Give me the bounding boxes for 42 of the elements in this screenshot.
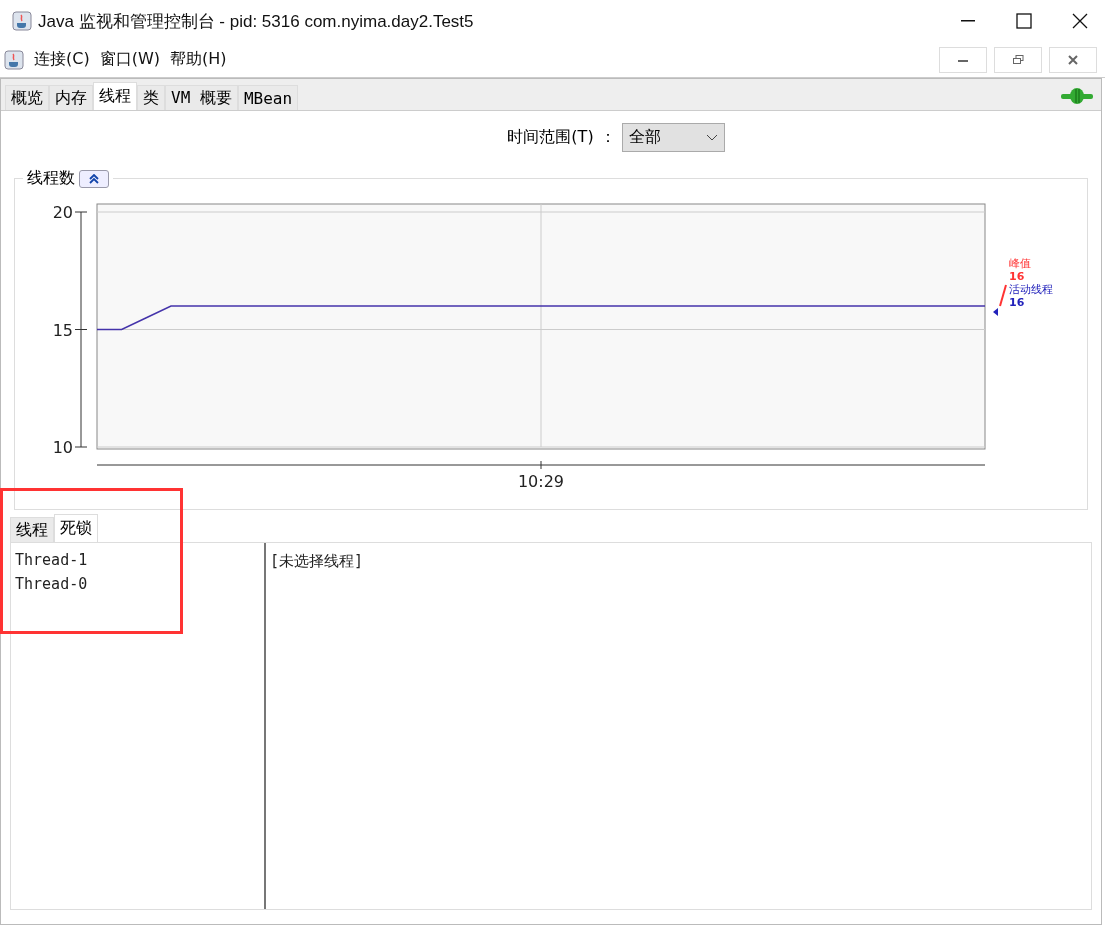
- menu-item[interactable]: 窗口(W): [99, 49, 160, 70]
- tab[interactable]: VM 概要: [165, 85, 238, 110]
- menu-item[interactable]: 连接(C): [34, 49, 90, 70]
- window-title: Java 监视和管理控制台 - pid: 5316 com.nyima.day2.Test5: [38, 10, 475, 33]
- tab[interactable]: 死锁: [54, 514, 98, 542]
- legend-value: 16: [1009, 296, 1025, 309]
- restore-button[interactable]: [994, 46, 1042, 73]
- collapse-button[interactable]: [79, 169, 109, 188]
- close-button[interactable]: [1049, 46, 1097, 73]
- tab[interactable]: 类: [137, 85, 165, 110]
- tab[interactable]: 概览: [5, 85, 49, 110]
- maximize-icon: [1016, 13, 1032, 29]
- time-label: 10:29: [517, 472, 565, 491]
- separator-colon: ：: [599, 127, 616, 148]
- time-range-label: 时间范围(T): [507, 127, 594, 148]
- legend-label: 峰值: [1009, 257, 1031, 270]
- y-tick-label: 15: [52, 320, 73, 340]
- minimize-icon: [961, 20, 975, 22]
- restore-icon: [1012, 54, 1024, 65]
- thread-list-item[interactable]: Thread-1: [15, 551, 260, 569]
- close-icon: [1068, 54, 1078, 65]
- y-tick-label: 10: [52, 438, 73, 457]
- tab[interactable]: MBean: [237, 85, 299, 110]
- panel-title: 线程数: [27, 168, 75, 189]
- tab[interactable]: 线程: [10, 517, 54, 542]
- thread-list-item[interactable]: Thread-0: [15, 575, 260, 593]
- chevron-down-icon: [705, 134, 718, 141]
- close-icon: [1072, 13, 1088, 29]
- legend-value: 16: [1009, 270, 1025, 283]
- connection-plug-icon: [1061, 88, 1093, 104]
- leader-line: [999, 284, 1007, 307]
- double-chevron-icon: [89, 173, 99, 184]
- marker-arrow-icon: [993, 308, 998, 316]
- thread-detail-text: [未选择线程]: [270, 552, 364, 570]
- y-tick-label: 20: [52, 203, 73, 222]
- java-cup-icon: [12, 11, 32, 31]
- java-cup-icon: [4, 49, 24, 70]
- tab[interactable]: 线程: [93, 82, 137, 110]
- time-range-select[interactable]: 全部: [621, 123, 725, 152]
- legend-label: 活动线程: [1009, 283, 1053, 296]
- tab[interactable]: 内存: [49, 85, 93, 110]
- menu-item[interactable]: 帮助(H): [169, 49, 227, 70]
